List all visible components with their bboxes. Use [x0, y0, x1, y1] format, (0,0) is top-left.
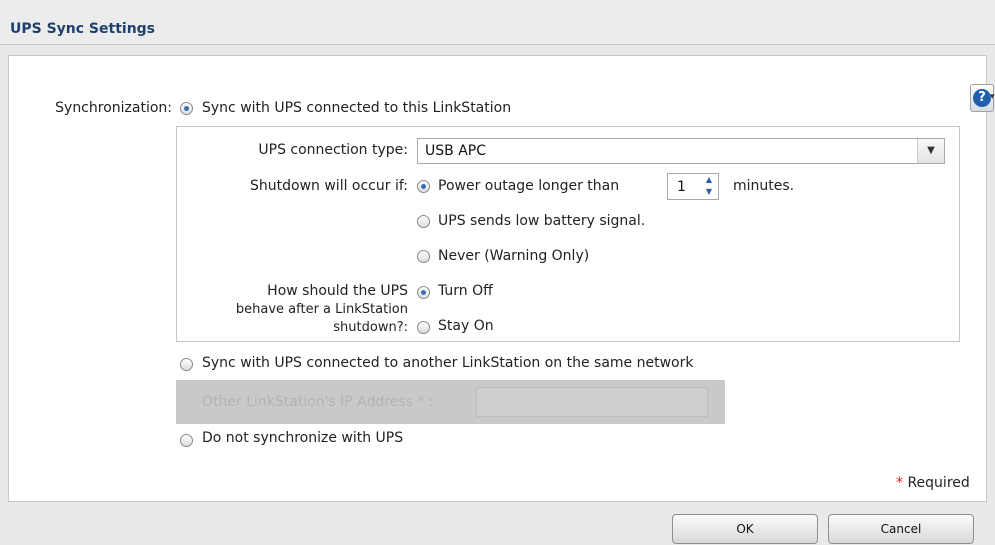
radio-shutdown-never[interactable]	[417, 250, 430, 263]
chevron-down-icon: ▾	[990, 92, 995, 102]
other-ip-label: Other LinkStation's IP Address * :	[202, 394, 434, 410]
chevron-down-icon: ▼	[917, 139, 944, 163]
radio-sync-other-label[interactable]: Sync with UPS connected to another LinkS…	[202, 355, 693, 371]
required-star: *	[896, 475, 903, 491]
other-ip-row: Other LinkStation's IP Address * :	[176, 380, 725, 424]
radio-behave-turn-off[interactable]	[417, 286, 430, 299]
required-text: Required	[907, 475, 970, 491]
connection-type-label: UPS connection type:	[258, 142, 408, 158]
synchronization-label: Synchronization:	[55, 100, 172, 116]
help-button[interactable]: ? ▾	[970, 84, 995, 112]
minutes-value: 1	[677, 179, 686, 195]
radio-shutdown-low-battery[interactable]	[417, 215, 430, 228]
dialog-title: UPS Sync Settings	[10, 21, 156, 37]
radio-shutdown-outage[interactable]	[417, 180, 430, 193]
minutes-stepper[interactable]: 1 ▲ ▼	[667, 173, 719, 200]
other-ip-input[interactable]	[476, 387, 708, 417]
radio-behave-stay-on-label[interactable]: Stay On	[438, 318, 494, 334]
behave-label-line1: How should the UPS	[267, 283, 408, 299]
radio-sync-none[interactable]	[180, 434, 193, 447]
connection-type-select[interactable]: USB APC ▼	[417, 138, 945, 164]
radio-behave-stay-on[interactable]	[417, 321, 430, 334]
minutes-unit-label: minutes.	[733, 178, 795, 194]
shutdown-label: Shutdown will occur if:	[250, 178, 408, 194]
help-icon: ?	[973, 89, 991, 107]
radio-behave-turn-off-label[interactable]: Turn Off	[438, 283, 493, 299]
required-note: * Required	[896, 475, 970, 491]
ok-button[interactable]: OK	[672, 514, 818, 544]
radio-sync-none-label[interactable]: Do not synchronize with UPS	[202, 430, 403, 446]
radio-shutdown-outage-label[interactable]: Power outage longer than	[438, 178, 619, 194]
radio-shutdown-never-label[interactable]: Never (Warning Only)	[438, 248, 589, 264]
radio-sync-this-label[interactable]: Sync with UPS connected to this LinkStat…	[202, 100, 511, 116]
behave-label-line2: behave after a LinkStation	[235, 302, 408, 317]
connection-type-value: USB APC	[425, 143, 486, 159]
behave-label-line3: shutdown?:	[333, 320, 408, 335]
title-bar: UPS Sync Settings	[0, 0, 995, 45]
cancel-button[interactable]: Cancel	[828, 514, 974, 544]
stepper-arrows-icon[interactable]: ▲ ▼	[700, 174, 718, 199]
radio-shutdown-low-battery-label[interactable]: UPS sends low battery signal.	[438, 213, 645, 229]
radio-sync-other[interactable]	[180, 358, 193, 371]
radio-sync-this[interactable]	[180, 102, 193, 115]
